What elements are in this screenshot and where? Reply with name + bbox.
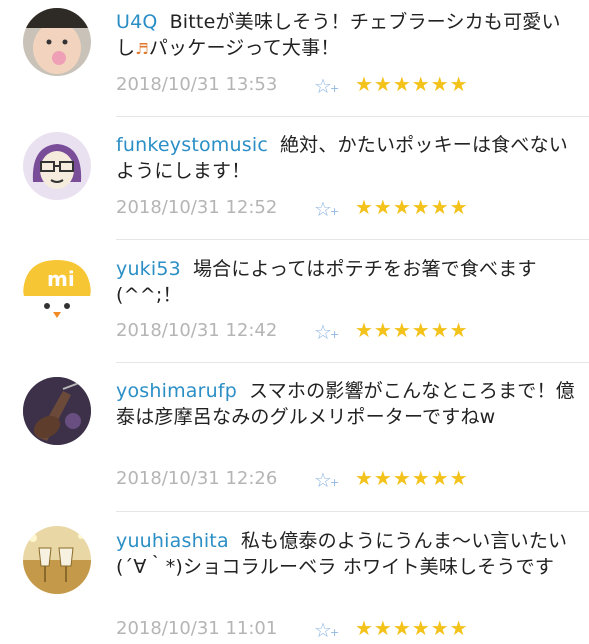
star-rating[interactable]: ★★★★★★ [355,616,469,640]
star-rating[interactable]: ★★★★★★ [355,72,469,96]
star-rating[interactable]: ★★★★★★ [355,318,469,342]
divider [116,362,589,363]
username-link[interactable]: yuki53 [116,258,181,280]
username-link[interactable]: yoshimarufp [116,380,237,402]
user-avatar[interactable] [23,8,91,76]
comment-text: yuki53 場合によってはポテチをお箸で食べます(^^;！ [116,258,537,306]
username-link[interactable]: funkeystomusic [116,134,268,156]
musical-note-icon: ♬ [135,40,149,58]
add-star-icon[interactable]: ☆ + [314,618,339,642]
star-rating[interactable]: ★★★★★★ [355,195,469,219]
username-link[interactable]: U4Q [116,11,158,33]
divider [116,239,589,240]
add-star-icon[interactable]: ☆ + [314,468,339,492]
divider [116,116,589,117]
comment-text: yoshimarufp スマホの影響がこんなところまで！億泰は彦摩呂なみのグルメリ… [116,380,575,428]
user-avatar[interactable] [23,526,91,594]
divider [116,511,589,512]
add-star-icon[interactable]: ☆ + [314,74,339,98]
star-rating[interactable]: ★★★★★★ [355,466,469,490]
add-star-icon[interactable]: ☆ + [314,320,339,344]
user-avatar[interactable] [23,377,91,445]
timestamp[interactable]: 2018/10/31 12:26 [116,468,277,489]
svg-text:mi: mi [47,267,75,291]
add-star-icon[interactable]: ☆ + [314,197,339,221]
comment-text: funkeystomusic 絶対、かたいポッキーは食べないようにします！ [116,134,568,182]
timestamp[interactable]: 2018/10/31 11:01 [116,618,277,639]
timestamp[interactable]: 2018/10/31 12:42 [116,320,277,341]
comment-text: yuuhiashita 私も億泰のようにうんま〜い言いたい(´∀｀*)ショコラルー… [116,530,568,578]
timestamp[interactable]: 2018/10/31 12:52 [116,197,277,218]
comment-text: U4Q Bitteが美味しそう！チェブラーシカも可愛いし♬パッケージって大事！ [116,11,561,59]
username-link[interactable]: yuuhiashita [116,530,229,552]
timestamp[interactable]: 2018/10/31 13:53 [116,74,277,95]
user-avatar[interactable]: mi [23,254,91,322]
user-avatar[interactable] [23,132,91,200]
